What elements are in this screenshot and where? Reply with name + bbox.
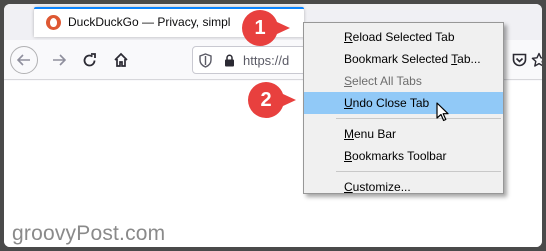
- menu-item-bookmarks-toolbar[interactable]: Bookmarks Toolbar: [304, 145, 503, 167]
- menu-item-select-all-tabs: Select All Tabs: [344, 74, 422, 88]
- forward-arrow-icon: [53, 54, 66, 66]
- reload-button[interactable]: [76, 47, 102, 73]
- callout-number: 1: [254, 17, 266, 39]
- lock-icon: [225, 54, 234, 66]
- back-button[interactable]: [10, 46, 38, 74]
- menu-item-reload-selected-tab[interactable]: Reload Selected Tab: [304, 26, 503, 48]
- menu-separator: [336, 171, 501, 172]
- menu-separator: [336, 118, 501, 119]
- url-text: https://d: [243, 52, 290, 68]
- watermark: groovyPost.com: [12, 222, 166, 245]
- shield-icon: [199, 52, 212, 68]
- mouse-pointer-icon: [436, 102, 449, 122]
- callout-step-1: 1: [240, 8, 290, 48]
- tab-title: DuckDuckGo — Privacy, simpl: [68, 15, 231, 29]
- reload-icon: [83, 52, 96, 66]
- home-icon: [114, 52, 128, 67]
- duckduckgo-favicon-icon: [46, 14, 61, 30]
- tab-context-menu: Reload Selected Tab Bookmark Selected Ta…: [303, 22, 504, 194]
- back-arrow-icon: [17, 54, 30, 66]
- bookmark-star-button[interactable]: [526, 47, 542, 73]
- pocket-icon: [512, 53, 526, 67]
- menu-item-customize[interactable]: Customize...: [304, 176, 503, 198]
- home-button[interactable]: [108, 47, 134, 73]
- menu-item-menu-bar[interactable]: Menu Bar: [304, 123, 503, 145]
- menu-item-bookmark-selected-tab[interactable]: Bookmark Selected Tab...: [304, 48, 503, 70]
- bookmark-star-icon: [531, 52, 542, 67]
- menu-item-undo-close-tab[interactable]: Undo Close Tab: [304, 92, 503, 114]
- callout-step-2: 2: [246, 80, 296, 120]
- callout-number: 2: [260, 89, 272, 111]
- forward-button[interactable]: [46, 47, 72, 73]
